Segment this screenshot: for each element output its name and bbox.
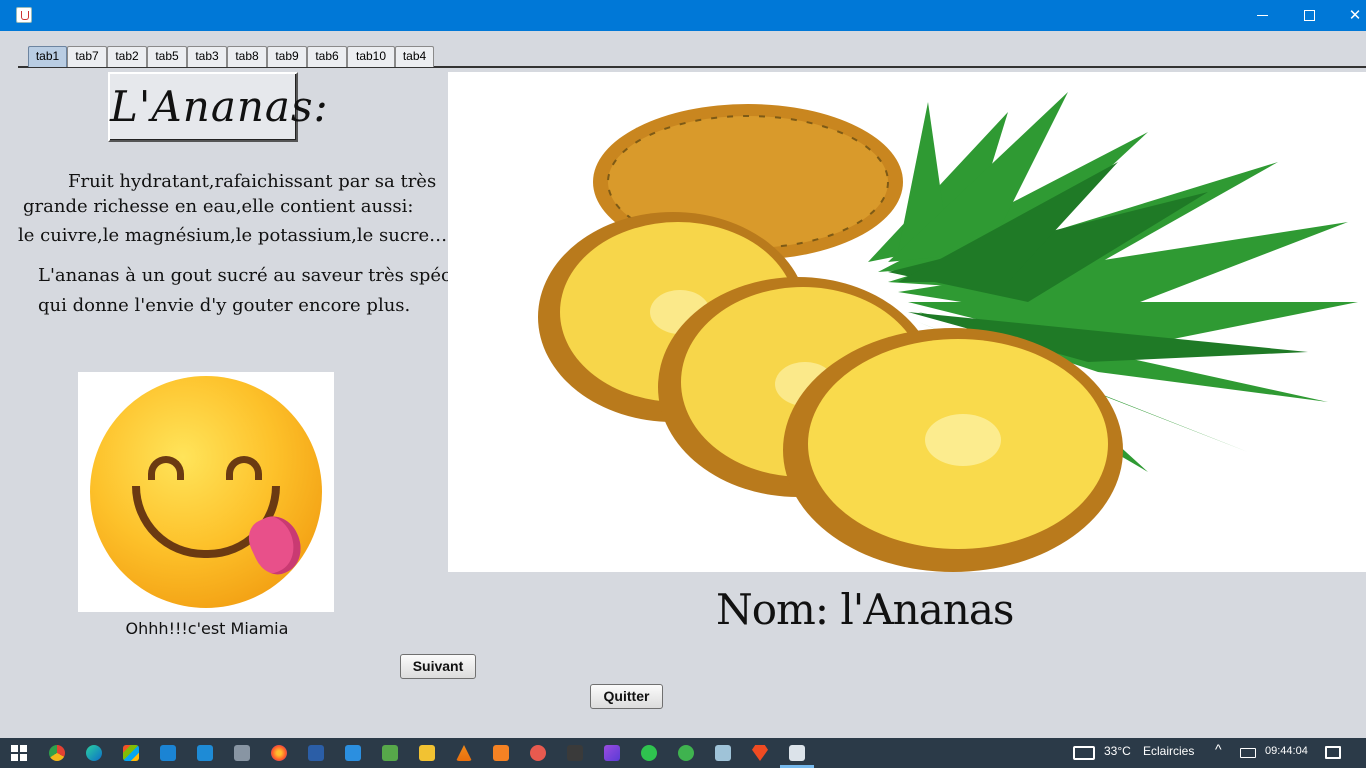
next-button[interactable]: Suivant — [400, 654, 476, 679]
yum-emoji-image — [78, 372, 334, 612]
quit-button[interactable]: Quitter — [590, 684, 663, 709]
news-widget-icon[interactable] — [1073, 746, 1095, 760]
app-icon[interactable] — [345, 745, 361, 761]
vscode-icon[interactable] — [160, 745, 176, 761]
tab-9[interactable]: tab9 — [267, 46, 307, 67]
battery-icon[interactable] — [1240, 748, 1256, 758]
minimize-button[interactable] — [1240, 0, 1286, 31]
app-icon[interactable] — [678, 745, 694, 761]
windows-start-icon[interactable] — [11, 745, 27, 761]
mail-icon[interactable] — [197, 745, 213, 761]
chevron-up-icon[interactable]: ^ — [1215, 741, 1222, 757]
close-button[interactable]: ✕ — [1332, 0, 1366, 31]
heading-box: L'Ananas: — [108, 72, 329, 142]
app-icon[interactable] — [382, 745, 398, 761]
smiley-tongue-icon — [90, 376, 322, 608]
tab-1[interactable]: tab1 — [28, 46, 67, 67]
store-icon[interactable] — [123, 745, 139, 761]
word-icon[interactable] — [308, 745, 324, 761]
weather-desc[interactable]: Eclaircies — [1143, 744, 1194, 758]
description-line-4: L'ananas à un gout sucré au saveur très … — [38, 265, 484, 286]
java-app-icon — [16, 7, 32, 23]
tab-4[interactable]: tab4 — [395, 46, 434, 67]
tab-6[interactable]: tab6 — [307, 46, 347, 67]
firefox-icon[interactable] — [271, 745, 287, 761]
description-line-2: grande richesse en eau,elle contient aus… — [23, 196, 414, 217]
pineapple-image — [448, 72, 1366, 572]
tab-3[interactable]: tab3 — [187, 46, 227, 67]
camera-icon[interactable] — [234, 745, 250, 761]
weather-temp[interactable]: 33°C — [1104, 744, 1131, 758]
app-icon[interactable] — [567, 745, 583, 761]
chrome-icon[interactable] — [49, 745, 65, 761]
description-line-5: qui donne l'envie d'y gouter encore plus… — [38, 295, 411, 316]
fruit-heading: L'Ananas: — [110, 82, 329, 131]
app-icon[interactable] — [604, 745, 620, 761]
emoji-caption: Ohhh!!!c'est Miamia — [125, 619, 289, 638]
fruit-name-label: Nom: l'Ananas — [716, 585, 1014, 634]
java-icon[interactable] — [789, 745, 805, 761]
description-line-1: Fruit hydratant,rafaichissant par sa trè… — [68, 171, 437, 192]
tab-2[interactable]: tab2 — [107, 46, 147, 67]
xampp-icon[interactable] — [493, 745, 509, 761]
folder-icon[interactable] — [419, 745, 435, 761]
tab-5[interactable]: tab5 — [147, 46, 187, 67]
whatsapp-icon[interactable] — [641, 745, 657, 761]
edge-icon[interactable] — [86, 745, 102, 761]
window-title-bar: ✕ — [0, 0, 1366, 31]
tab-10[interactable]: tab10 — [347, 46, 395, 67]
tab-8[interactable]: tab8 — [227, 46, 267, 67]
app-icon[interactable] — [715, 745, 731, 761]
clock-time[interactable]: 09:44:04 — [1265, 745, 1308, 757]
app-icon[interactable] — [530, 745, 546, 761]
notifications-icon[interactable] — [1325, 746, 1341, 759]
maximize-button[interactable] — [1286, 0, 1332, 31]
description-line-3: le cuivre,le magnésium,le potassium,le s… — [18, 225, 448, 246]
tab-7[interactable]: tab7 — [67, 46, 107, 67]
